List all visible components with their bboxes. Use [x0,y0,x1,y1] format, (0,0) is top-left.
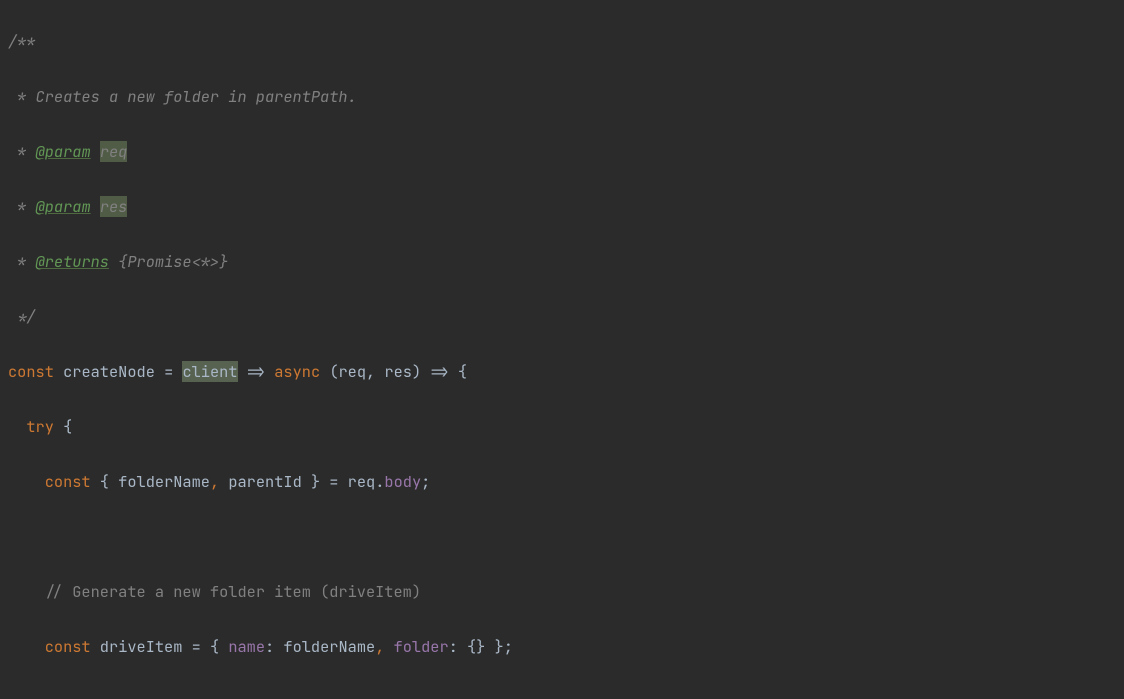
returns-type: {Promise<*>} [118,251,228,272]
param-tag: @param [36,141,91,162]
param-client: client [182,361,237,382]
param-tag-2: @param [36,196,91,217]
jsdoc-desc: * Creates a new folder in parentPath. [8,86,357,107]
kw-const: const [8,361,54,382]
comment: // Generate a new folder item (driveItem… [45,581,421,602]
jsdoc-open: /** [8,31,36,52]
returns-tag: @returns [36,251,109,272]
var-createNode: createNode [63,361,155,382]
code-editor[interactable]: /** * Creates a new folder in parentPath… [0,0,1124,699]
prop-body: body [384,471,421,492]
jsdoc-star: * [8,141,36,162]
kw-async: async [274,361,320,382]
param-res: res [100,196,128,217]
jsdoc-close: */ [8,306,36,327]
kw-try: try [26,416,54,437]
param-req: req [100,141,128,162]
